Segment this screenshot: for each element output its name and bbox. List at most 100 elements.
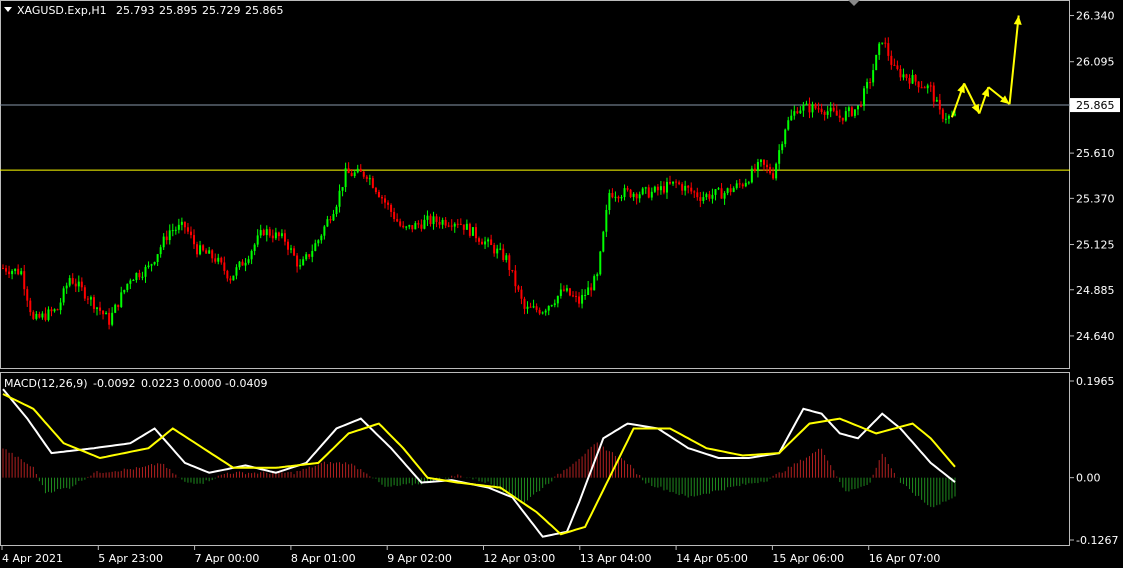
candle-body <box>693 191 696 193</box>
candle-body <box>168 230 171 241</box>
ohlc-low: 25.729 <box>202 4 241 17</box>
candle-body <box>938 99 941 110</box>
candle-body <box>690 187 693 192</box>
candle-body <box>571 295 574 297</box>
candle-body <box>499 248 502 250</box>
macd-tick-label: 0.1965 <box>1076 375 1115 388</box>
candle-body <box>80 281 83 288</box>
candle-body <box>772 173 775 179</box>
candle-body <box>205 250 208 254</box>
candle-body <box>732 188 735 192</box>
candle-body <box>165 236 168 241</box>
candle-body <box>153 262 156 265</box>
candle-body <box>702 197 705 201</box>
candle-body <box>171 230 174 232</box>
macd-tick-label: -0.1267 <box>1076 534 1118 547</box>
candle-body <box>799 110 802 114</box>
candle-body <box>929 85 932 87</box>
candle-body <box>641 188 644 195</box>
candle-body <box>944 118 947 120</box>
candle-body <box>847 107 850 112</box>
collapse-triangle-icon[interactable] <box>4 7 12 12</box>
candle-body <box>347 168 350 174</box>
candle-body <box>805 103 808 106</box>
candle-body <box>320 235 323 241</box>
candle-body <box>923 87 926 89</box>
candle-body <box>5 268 8 272</box>
candle-body <box>229 278 232 281</box>
candle-body <box>493 245 496 254</box>
candle-body <box>450 225 453 227</box>
candle-body <box>456 223 459 225</box>
candle-body <box>565 288 568 291</box>
candle-body <box>120 292 123 307</box>
candle-body <box>932 85 935 102</box>
candle-body <box>459 223 462 225</box>
candle-body <box>869 82 872 84</box>
candle-body <box>23 271 26 290</box>
candle-body <box>790 115 793 121</box>
candle-body <box>787 120 790 130</box>
candle-body <box>575 295 578 297</box>
candle-body <box>496 248 499 254</box>
macd-tick-label: 0.00 <box>1076 472 1101 485</box>
candle-body <box>374 187 377 193</box>
candle-body <box>189 231 192 236</box>
macd-histogram <box>2 442 956 508</box>
candle-body <box>35 313 38 319</box>
candle-body <box>714 189 717 195</box>
candle-body <box>117 304 120 307</box>
candle-body <box>20 271 23 275</box>
candle-body <box>432 216 435 225</box>
candle-body <box>353 172 356 176</box>
candle-body <box>935 99 938 102</box>
time-axis: 4 Apr 2021 5 Apr 23:00 7 Apr 00:00 8 Apr 01… <box>1 546 940 565</box>
candle-body <box>863 88 866 106</box>
candle-body <box>920 87 923 89</box>
candle-body <box>11 270 14 275</box>
candle-body <box>626 188 629 190</box>
candle-body <box>802 105 805 111</box>
forecast-arrows <box>951 15 1022 118</box>
candle-body <box>659 186 662 191</box>
candle-body <box>602 231 605 252</box>
current-price-label: 25.865 <box>1076 99 1115 112</box>
candle-body <box>396 219 399 222</box>
candle-body <box>547 305 550 311</box>
price-tick-label: 24.640 <box>1076 330 1115 343</box>
trading-chart[interactable]: 26.340 26.095 25.865 25.610 25.370 25.125 24.8… <box>0 0 1123 568</box>
time-tick-label: 5 Apr 23:00 <box>98 552 163 565</box>
candle-body <box>14 268 17 271</box>
price-axis: 26.340 26.095 25.865 25.610 25.370 25.125 24.8… <box>1070 10 1120 343</box>
candle-body <box>744 182 747 187</box>
candle-body <box>59 302 62 311</box>
candle-body <box>762 159 765 165</box>
candle-body <box>423 219 426 229</box>
candle-body <box>866 82 869 89</box>
candle-body <box>484 241 487 245</box>
chart-shift-marker[interactable] <box>848 0 860 6</box>
candle-body <box>502 248 505 260</box>
candle-body <box>708 194 711 199</box>
candle-body <box>202 245 205 251</box>
candle-body <box>829 107 832 112</box>
candle-body <box>808 103 811 113</box>
candle-body <box>775 163 778 179</box>
candle-body <box>132 280 135 282</box>
time-tick-label: 4 Apr 2021 <box>2 552 63 565</box>
candle-body <box>302 259 305 266</box>
candle-body <box>578 296 581 304</box>
candle-body <box>638 194 641 199</box>
candle-body <box>593 276 596 291</box>
candle-body <box>293 248 296 256</box>
candle-body <box>444 219 447 226</box>
candle-body <box>56 309 59 311</box>
candle-body <box>893 64 896 66</box>
candle-body <box>759 159 762 163</box>
candle-body <box>623 188 626 197</box>
candle-body <box>53 309 56 312</box>
candle-body <box>123 289 126 293</box>
candle-body <box>387 202 390 205</box>
candle-body <box>817 108 820 110</box>
candle-body <box>568 288 571 296</box>
